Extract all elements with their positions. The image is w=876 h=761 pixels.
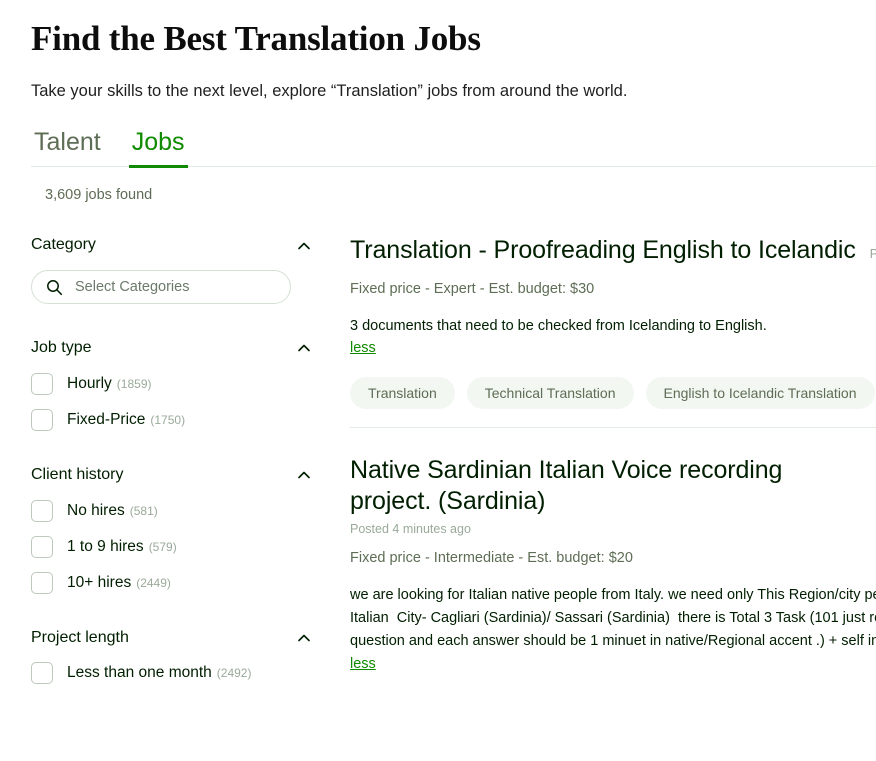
filter-group-job-type: Job type Hourly (1859) Fixed-Price (1750… (31, 338, 310, 431)
results-count: 3,609 jobs found (45, 187, 153, 204)
checkbox[interactable] (31, 535, 53, 558)
filter-option-fixed-price[interactable]: Fixed-Price (1750) (31, 408, 310, 431)
page-title: Find the Best Translation Jobs (31, 19, 481, 58)
page-subtitle: Take your skills to the next level, expl… (31, 82, 628, 100)
checkbox[interactable] (31, 408, 53, 431)
page-header: Find the Best Translation Jobs Take your… (0, 0, 876, 102)
job-description: we are looking for Italian native people… (350, 586, 876, 650)
job-meta: Fixed price - Expert - Est. budget: $30 (350, 280, 595, 297)
filter-option-label: Less than one month (67, 664, 212, 682)
filter-option-less-than-one-month[interactable]: Less than one month (2492) (31, 662, 310, 685)
filter-option-hourly[interactable]: Hourly (1859) (31, 372, 310, 395)
job-posted-time: Po (869, 247, 876, 262)
tab-list: Talent Jobs (31, 130, 876, 169)
filter-option-count: (581) (129, 503, 158, 518)
tabs-container: Talent Jobs (0, 130, 876, 169)
filter-header-job-type[interactable]: Job type (31, 338, 312, 359)
job-title-row: Translation - Proofreading English to Ic… (350, 235, 876, 267)
job-tag[interactable]: Translation (350, 376, 455, 409)
filter-title-client-history: Client history (31, 465, 124, 483)
job-tags: Translation Technical Translation Englis… (350, 376, 876, 409)
job-description: 3 documents that need to be checked from… (350, 317, 767, 334)
job-meta: Fixed price - Intermediate - Est. budget… (350, 549, 633, 566)
filter-header-project-length[interactable]: Project length (31, 628, 312, 649)
toggle-description-link[interactable]: less (350, 340, 376, 356)
filter-option-no-hires[interactable]: No hires (581) (31, 499, 310, 522)
filter-header-category[interactable]: Category (31, 235, 312, 256)
job-search-page: Find the Best Translation Jobs Take your… (0, 0, 876, 761)
filter-option-count: (579) (148, 539, 177, 554)
filter-option-label: No hires (67, 501, 125, 519)
filter-option-count: (2492) (216, 666, 252, 681)
toggle-description-link[interactable]: less (350, 656, 376, 672)
checkbox[interactable] (31, 372, 53, 395)
filter-option-count: (1750) (150, 412, 186, 427)
filter-group-project-length: Project length Less than one month (2492… (31, 628, 310, 685)
checkbox[interactable] (31, 499, 53, 522)
filter-option-label: Fixed-Price (67, 410, 146, 428)
filter-option-count: (1859) (116, 376, 152, 391)
search-icon (46, 279, 63, 296)
filter-option-label: Hourly (67, 374, 112, 392)
tab-talent[interactable]: Talent (31, 130, 104, 168)
filter-option-10-plus-hires[interactable]: 10+ hires (2449) (31, 571, 310, 594)
filter-option-count: (2449) (136, 575, 171, 590)
category-search-field[interactable] (31, 270, 291, 305)
job-card[interactable]: Translation - Proofreading English to Ic… (350, 235, 876, 427)
job-tag[interactable]: Technical Translation (466, 376, 634, 409)
checkbox[interactable] (31, 571, 53, 594)
content-columns: Category Job type (0, 235, 876, 706)
filter-title-category: Category (31, 236, 96, 254)
checkbox[interactable] (31, 662, 53, 685)
job-tag[interactable]: English to Icelandic Translation (645, 376, 875, 409)
filters-sidebar: Category Job type (0, 235, 310, 706)
filter-option-label: 10+ hires (67, 573, 132, 591)
filter-group-category: Category (31, 235, 312, 305)
tab-jobs[interactable]: Jobs (128, 130, 188, 169)
filter-header-client-history[interactable]: Client history (31, 465, 312, 486)
job-results-list: Translation - Proofreading English to Ic… (310, 235, 876, 690)
job-card[interactable]: Native Sardinian Italian Voice recording… (350, 426, 876, 691)
filter-option-1-to-9-hires[interactable]: 1 to 9 hires (579) (31, 535, 310, 558)
filter-option-label: 1 to 9 hires (67, 537, 144, 555)
job-title[interactable]: Translation - Proofreading English to Ic… (350, 235, 856, 267)
search-input[interactable] (73, 278, 276, 297)
filter-title-job-type: Job type (31, 339, 92, 357)
filter-title-project-length: Project length (31, 628, 129, 646)
job-title[interactable]: Native Sardinian Italian Voice recording… (350, 455, 855, 518)
job-posted-time: Posted 4 minutes ago (350, 521, 471, 536)
filter-group-client-history: Client history No hires (581) 1 to 9 hir… (31, 465, 310, 594)
